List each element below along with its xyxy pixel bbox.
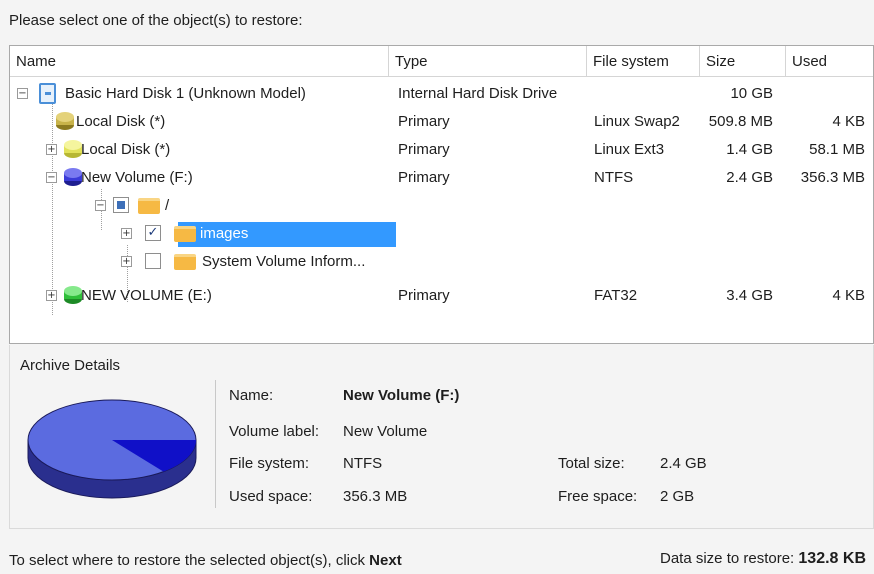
row-file-system: NTFS bbox=[594, 169, 634, 186]
row-name: Local Disk (*) bbox=[76, 113, 166, 130]
collapse-icon[interactable]: − bbox=[95, 200, 106, 211]
used-space-value: 356.3 MB bbox=[343, 488, 408, 505]
row-used: 4 KB bbox=[832, 287, 865, 304]
checkbox-checked[interactable]: ✓ bbox=[145, 225, 161, 241]
usage-pie-chart bbox=[27, 399, 197, 499]
partial-checkbox[interactable] bbox=[113, 197, 129, 213]
fat32-partition-icon bbox=[64, 286, 82, 304]
row-file-system: Linux Swap2 bbox=[594, 113, 680, 130]
name-label: Name: bbox=[229, 387, 274, 404]
expand-icon[interactable]: + bbox=[46, 290, 57, 301]
row-used: 356.3 MB bbox=[800, 169, 865, 186]
row-size: 509.8 MB bbox=[708, 113, 773, 130]
file-system-value: NTFS bbox=[343, 455, 383, 472]
row-size: 1.4 GB bbox=[726, 141, 773, 158]
row-size: 10 GB bbox=[730, 85, 773, 102]
expand-icon[interactable]: + bbox=[46, 144, 57, 155]
row-used: 58.1 MB bbox=[809, 141, 865, 158]
row-size: 2.4 GB bbox=[726, 169, 773, 186]
row-type: Primary bbox=[398, 113, 450, 130]
data-size-summary: Data size to restore: 132.8 KB bbox=[660, 550, 866, 568]
row-type: Primary bbox=[398, 169, 450, 186]
table-row[interactable]: − Basic Hard Disk 1 (Unknown Model) Inte… bbox=[10, 80, 873, 108]
ntfs-partition-icon bbox=[64, 168, 82, 186]
total-size-value: 2.4 GB bbox=[660, 455, 707, 472]
row-name: NEW VOLUME (E:) bbox=[81, 287, 212, 304]
instruction-text: Please select one of the object(s) to re… bbox=[9, 12, 303, 29]
row-name: System Volume Inform... bbox=[202, 253, 366, 270]
row-file-system: FAT32 bbox=[594, 287, 638, 304]
checkbox-unchecked[interactable] bbox=[145, 253, 161, 269]
volume-label-value: New Volume bbox=[343, 423, 428, 440]
ext3-partition-icon bbox=[64, 140, 82, 158]
collapse-icon[interactable]: − bbox=[46, 172, 57, 183]
folder-icon bbox=[174, 254, 196, 270]
free-space-label: Free space: bbox=[558, 488, 638, 505]
total-size-label: Total size: bbox=[558, 455, 625, 472]
hard-disk-icon bbox=[39, 83, 56, 104]
table-row[interactable]: + Local Disk (*) Primary Linux Ext3 1.4 … bbox=[10, 136, 873, 164]
footer-hint-next: Next bbox=[369, 552, 402, 569]
folder-icon bbox=[138, 198, 160, 214]
file-system-label: File system: bbox=[229, 455, 310, 472]
table-row[interactable]: + ✓ images bbox=[10, 220, 873, 248]
expand-icon[interactable]: + bbox=[121, 228, 132, 239]
row-name: Local Disk (*) bbox=[81, 141, 171, 158]
data-size-label: Data size to restore: bbox=[660, 550, 795, 567]
table-row[interactable]: + NEW VOLUME (E:) Primary FAT32 3.4 GB 4… bbox=[10, 282, 873, 310]
expand-icon[interactable]: + bbox=[121, 256, 132, 267]
table-row[interactable]: − / bbox=[10, 192, 873, 220]
column-header-type[interactable]: Type bbox=[389, 46, 587, 77]
column-header-used[interactable]: Used bbox=[786, 46, 874, 77]
row-size: 3.4 GB bbox=[726, 287, 773, 304]
data-size-value: 132.8 KB bbox=[798, 550, 866, 567]
row-used: 4 KB bbox=[832, 113, 865, 130]
row-name: / bbox=[165, 197, 170, 214]
volume-label-label: Volume label: bbox=[229, 423, 320, 440]
object-tree[interactable]: Name Type File system Size Used − Basic … bbox=[9, 45, 874, 344]
archive-details-panel: Archive Details Name: New Volume (F:) Vo… bbox=[9, 345, 874, 529]
footer-hint-text: To select where to restore the selected … bbox=[9, 552, 365, 569]
row-name: Basic Hard Disk 1 (Unknown Model) bbox=[65, 85, 306, 102]
column-header-file-system[interactable]: File system bbox=[587, 46, 700, 77]
table-row[interactable]: − New Volume (F:) Primary NTFS 2.4 GB 35… bbox=[10, 164, 873, 192]
name-value: New Volume (F:) bbox=[343, 387, 460, 404]
folder-icon bbox=[174, 226, 196, 242]
row-name: New Volume (F:) bbox=[81, 169, 193, 186]
free-space-value: 2 GB bbox=[660, 488, 695, 505]
row-type: Primary bbox=[398, 141, 450, 158]
row-type: Primary bbox=[398, 287, 450, 304]
row-type: Internal Hard Disk Drive bbox=[398, 85, 558, 102]
archive-details-title: Archive Details bbox=[20, 357, 121, 374]
collapse-icon[interactable]: − bbox=[17, 88, 28, 99]
row-file-system: Linux Ext3 bbox=[594, 141, 665, 158]
column-header-name[interactable]: Name bbox=[10, 46, 389, 77]
table-row[interactable]: + System Volume Inform... bbox=[10, 248, 873, 276]
column-headers: Name Type File system Size Used bbox=[10, 46, 873, 77]
table-row[interactable]: Local Disk (*) Primary Linux Swap2 509.8… bbox=[10, 108, 873, 136]
row-name: images bbox=[200, 225, 249, 242]
details-divider bbox=[215, 380, 216, 508]
footer-hint: To select where to restore the selected … bbox=[9, 552, 402, 569]
column-header-size[interactable]: Size bbox=[700, 46, 786, 77]
swap-partition-icon bbox=[56, 112, 74, 130]
used-space-label: Used space: bbox=[229, 488, 313, 505]
